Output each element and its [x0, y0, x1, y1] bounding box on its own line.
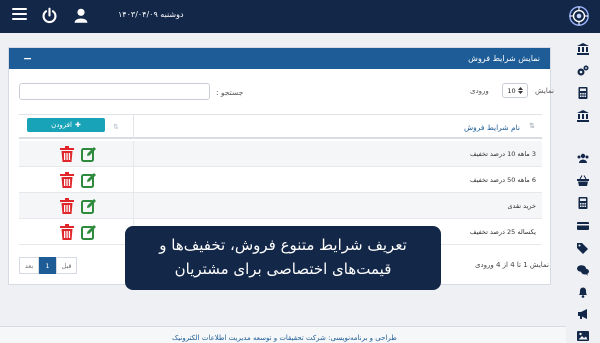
footer-text[interactable]: طراحی و برنامه‌نویسی: شرکت تحقیقات و توس… [172, 334, 397, 342]
comments-icon[interactable] [574, 263, 592, 277]
image-icon[interactable] [574, 329, 592, 343]
calculator-icon[interactable] [574, 196, 592, 210]
edit-icon[interactable] [81, 224, 97, 240]
basket-icon[interactable] [574, 174, 592, 188]
trash-icon[interactable] [60, 172, 74, 188]
top-navbar: دوشنبه ۱۴۰۳/۰۴/۰۹ [0, 0, 600, 33]
sort-icon: ⇅ [113, 123, 119, 131]
edit-icon[interactable] [81, 198, 97, 214]
trash-icon[interactable] [60, 198, 74, 214]
current-date: دوشنبه ۱۴۰۳/۰۴/۰۹ [118, 10, 184, 19]
search-input[interactable] [19, 83, 210, 100]
table-row: 6 ماهه 50 درصد تخفیف [19, 167, 542, 193]
caption-line-1: تعریف شرایط متنوع فروش، تخفیف‌ها و [159, 236, 407, 254]
tags-icon[interactable] [574, 241, 592, 255]
trash-icon[interactable] [60, 146, 74, 162]
trash-icon[interactable] [60, 224, 74, 240]
length-label-before: نمایش [535, 87, 555, 95]
add-button[interactable]: ✚ افزودن [27, 118, 105, 132]
panel-header: نمایش شرایط فروش − [9, 48, 550, 69]
users-icon[interactable] [574, 151, 592, 165]
next-page-button[interactable]: بعد [19, 257, 39, 274]
previous-page-button[interactable]: قبل [56, 257, 77, 274]
length-label-after: ورودی [470, 87, 489, 95]
credit-card-icon[interactable] [574, 219, 592, 233]
bank-icon[interactable] [574, 42, 592, 56]
sidebar [566, 33, 600, 343]
row-name: 3 ماهه 10 درصد تخفیف [469, 150, 536, 158]
feature-caption: تعریف شرایط متنوع فروش، تخفیف‌ها و قیمت‌… [125, 226, 441, 290]
edit-icon[interactable] [81, 172, 97, 188]
table-row: خرید نقدی [19, 193, 542, 219]
power-icon[interactable] [41, 7, 58, 24]
sort-icon: ⇅ [529, 122, 535, 130]
row-name: یکساله 25 درصد تخفیف [469, 228, 536, 236]
menu-icon[interactable] [12, 8, 27, 22]
row-name: 6 ماهه 50 درصد تخفیف [469, 176, 536, 184]
page-length-select[interactable]: 10 [502, 83, 528, 98]
bullhorn-icon[interactable] [574, 307, 592, 321]
conditions-table: ⇅ نام شرایط فروش ✚ افزودن ⇅ 3 ماهه 10 در… [19, 114, 542, 245]
search-label: جستجو : [216, 88, 244, 97]
row-name: خرید نقدی [507, 202, 537, 210]
cogs-icon[interactable] [574, 64, 592, 78]
edit-icon[interactable] [81, 146, 97, 162]
table-row: 3 ماهه 10 درصد تخفیف [19, 141, 542, 167]
column-divider [133, 193, 134, 219]
add-button-label: افزودن [51, 121, 72, 129]
current-page-button[interactable]: 1 [39, 257, 56, 274]
operations-column-header: ✚ افزودن ⇅ [19, 115, 133, 139]
table-header: ⇅ نام شرایط فروش ✚ افزودن ⇅ [19, 115, 542, 139]
plus-icon: ✚ [74, 121, 81, 129]
column-divider [133, 167, 134, 193]
sort-updown-icon [517, 87, 523, 94]
table-info: نمایش 1 تا 4 از 4 ورودی [475, 261, 549, 269]
name-header-label: نام شرایط فروش [464, 123, 520, 132]
logo-icon[interactable] [568, 5, 590, 27]
bank-icon[interactable] [574, 109, 592, 123]
bell-icon[interactable] [574, 285, 592, 299]
user-icon[interactable] [73, 7, 89, 24]
column-divider [133, 141, 134, 167]
page-footer: طراحی و برنامه‌نویسی: شرکت تحقیقات و توس… [0, 326, 566, 343]
page-length-value: 10 [507, 86, 516, 95]
collapse-button[interactable]: − [23, 52, 32, 65]
calculator-icon[interactable] [574, 86, 592, 100]
pagination: بعد 1 قبل [19, 257, 77, 274]
caption-line-2: قیمت‌های اختصاصی برای مشتریان [174, 260, 392, 278]
name-column-header[interactable]: ⇅ نام شرایط فروش [133, 115, 542, 139]
panel-title: نمایش شرایط فروش [468, 54, 540, 63]
